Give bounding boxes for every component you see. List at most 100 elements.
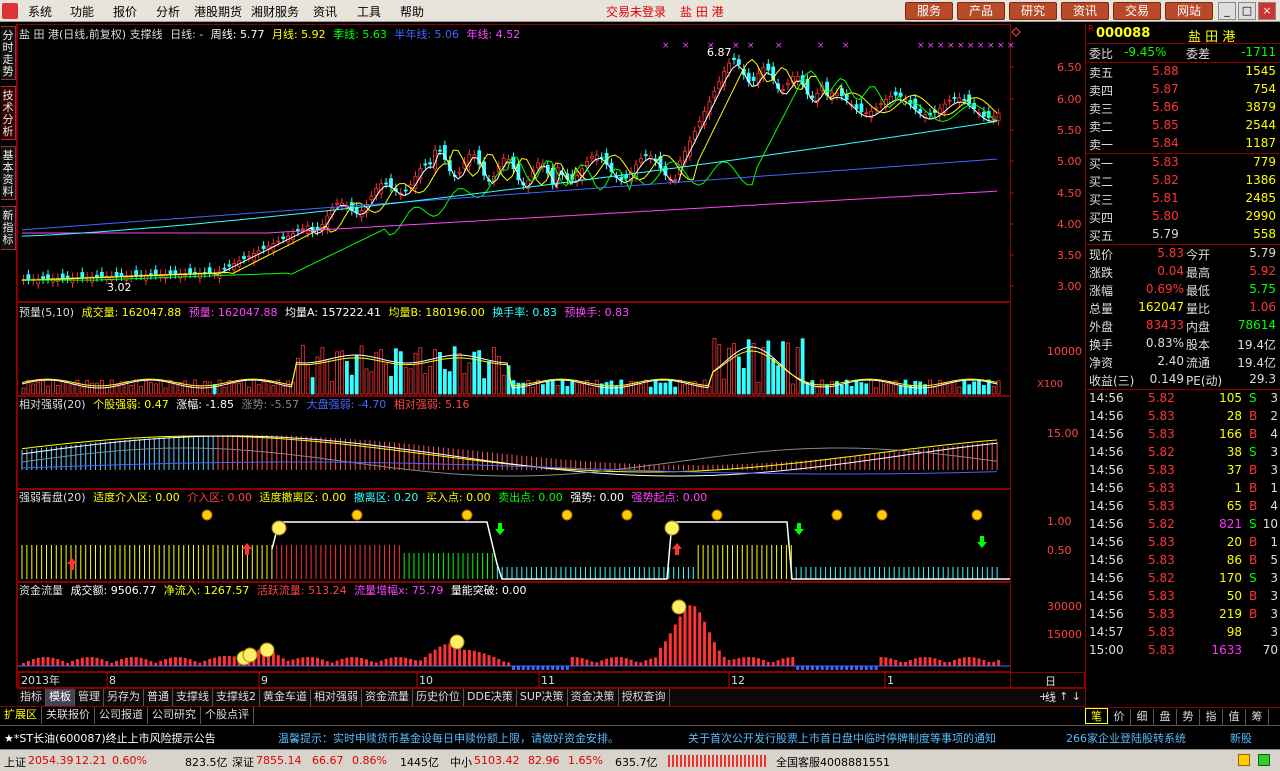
indicator-tab[interactable]: 授权查询 [619,689,670,706]
quote-tab[interactable]: 价 [1108,709,1131,725]
product-button[interactable]: 产品 [957,2,1005,20]
diamond-icon [461,509,473,521]
menu-function[interactable]: 功能 [70,3,94,20]
candle-body [300,228,305,230]
money-flow-bar [766,661,770,666]
extension-tab[interactable]: 公司研究 [148,707,201,724]
menu-hk-futures[interactable]: 港股期货 [194,3,242,20]
ticker-item-0[interactable]: ★*ST长油(600087)终止上市风险提示公告 [4,730,216,746]
quote-tab[interactable]: 筹 [1246,709,1269,725]
volume-bar [212,384,217,395]
money-flow-bar [953,659,956,666]
menu-tools[interactable]: 工具 [357,3,381,20]
stat-row: 涨幅 0.69% 最低 5.75 [1086,281,1280,299]
tick-price: 5.83 [1148,607,1175,621]
research-button[interactable]: 研究 [1009,2,1057,20]
indicator-tab[interactable]: 资金决策 [568,689,619,706]
signal-marker: × [997,41,1005,51]
stat-label: 换手 [1089,338,1114,352]
money-flow-bar [825,666,829,670]
quote-tab[interactable]: 笔 [1085,708,1108,724]
quote-tab[interactable]: 值 [1223,709,1246,725]
smiley-icon [242,647,258,663]
ticker-item-2[interactable]: 关于首次公开发行股票上市首日盘中临时停牌制度等事项的通知 [688,730,996,746]
money-flow-bar [477,652,481,666]
indicator-tab[interactable]: 黄金车道 [260,689,311,706]
candle-body [643,154,648,157]
signal-marker: × [917,41,925,51]
tick-row: 14:56 5.83 65 B 4 [1086,498,1280,516]
volume-bar [393,348,398,395]
service-button[interactable]: 服务 [905,2,953,20]
money-flow-bar [737,658,741,666]
menu-xiangcai-service[interactable]: 湘财服务 [251,3,299,20]
tab-new-indicator[interactable]: 新指标 [1,206,16,250]
bid-label: 买四 [1089,211,1114,225]
indicator-tab[interactable]: 另存为 [104,689,144,706]
stat-label: 量比 [1186,302,1211,316]
indicator-tab[interactable]: 管理 [75,689,104,706]
period-label[interactable]: 日线 [1045,673,1056,705]
money-flow-bar [90,657,94,666]
website-button[interactable]: 网站 [1165,2,1213,20]
menu-system[interactable]: 系统 [28,3,52,20]
candle-body [536,162,540,169]
menu-analysis[interactable]: 分析 [156,3,180,20]
money-flow-bar [585,659,589,666]
candle-body [692,130,697,140]
volume-bar [859,382,864,395]
news-button[interactable]: 资讯 [1061,2,1109,20]
ticker-item-4[interactable]: 新股 [1230,730,1252,746]
volume-bar [472,351,477,395]
login-status[interactable]: 交易未登录 [606,3,666,20]
volume-bar [349,374,354,395]
indicator-tab[interactable]: 普通 [144,689,173,706]
candle-body [810,95,815,99]
ticker-item-1[interactable]: 温馨提示：实时申赎货币基金设每日申赎份额上限，请做好资金安排。 [278,730,619,746]
quote-tab[interactable]: 势 [1177,709,1200,725]
tab-intraday[interactable]: 分时走势 [1,26,16,80]
quote-tab[interactable]: 盘 [1154,709,1177,725]
quote-tab[interactable]: 指 [1200,709,1223,725]
tick-row: 14:56 5.83 50 B 3 [1086,588,1280,606]
volume-bar [933,386,937,395]
tick-list[interactable]: 14:56 5.82 105 S 3 14:56 5.83 28 B 2 14:56 5.83 166 B… [1086,389,1280,660]
quote-tab[interactable]: 细 [1131,709,1154,725]
chart-area[interactable]: 2013年 8 9 10 11 12 1 6.50 6.00 5.50 5.00 4.50 4.00 3.… [17,24,1085,688]
indicator-tab[interactable]: 模板 [46,689,75,706]
maximize-button[interactable]: □ [1238,2,1256,20]
minimize-button[interactable]: _ [1218,2,1236,20]
extension-tab[interactable]: 个股点评 [201,707,254,724]
extension-tab[interactable]: 关联报价 [42,707,95,724]
tick-row: 14:56 5.83 28 B 2 [1086,408,1280,426]
vol-item-3: 均量B: 180196.00 [388,306,485,319]
money-flow-bar [134,657,138,666]
bid-volume: 2990 [1245,209,1276,223]
indicator-tab[interactable]: 指标 [17,689,46,706]
menu-help[interactable]: 帮助 [400,3,424,20]
extension-tab[interactable]: 公司报道 [95,707,148,724]
money-flow-bar [291,659,295,666]
indicator-tab[interactable]: SUP决策 [517,689,568,706]
menu-quote[interactable]: 报价 [113,3,137,20]
money-flow-bar [276,655,280,666]
close-button[interactable]: × [1258,2,1276,20]
indicator-tab[interactable]: 支撑线2 [213,689,260,706]
indicator-tab[interactable]: DDE决策 [464,689,517,706]
indicator-tab[interactable]: 支撑线 [173,689,213,706]
tab-technical[interactable]: 技术分析 [1,86,16,140]
ticker-item-3[interactable]: 266家企业登陆股转系统 [1066,730,1186,746]
indicator-tab[interactable]: 资金流量 [362,689,413,706]
tab-fundamentals[interactable]: 基本资料 [1,146,16,200]
ask-price: 5.88 [1152,64,1179,78]
menu-news[interactable]: 资讯 [313,3,337,20]
tick-side: S [1249,571,1257,585]
volume-bar [575,382,580,395]
candle-body [242,256,246,259]
stat-value: 78614 [1237,318,1276,332]
indicator-tab[interactable]: 相对强弱 [311,689,362,706]
trade-button[interactable]: 交易 [1113,2,1161,20]
extension-tab[interactable]: 扩展区 [0,707,42,724]
diamond-icon [561,509,573,521]
indicator-tab[interactable]: 历史价位 [413,689,464,706]
